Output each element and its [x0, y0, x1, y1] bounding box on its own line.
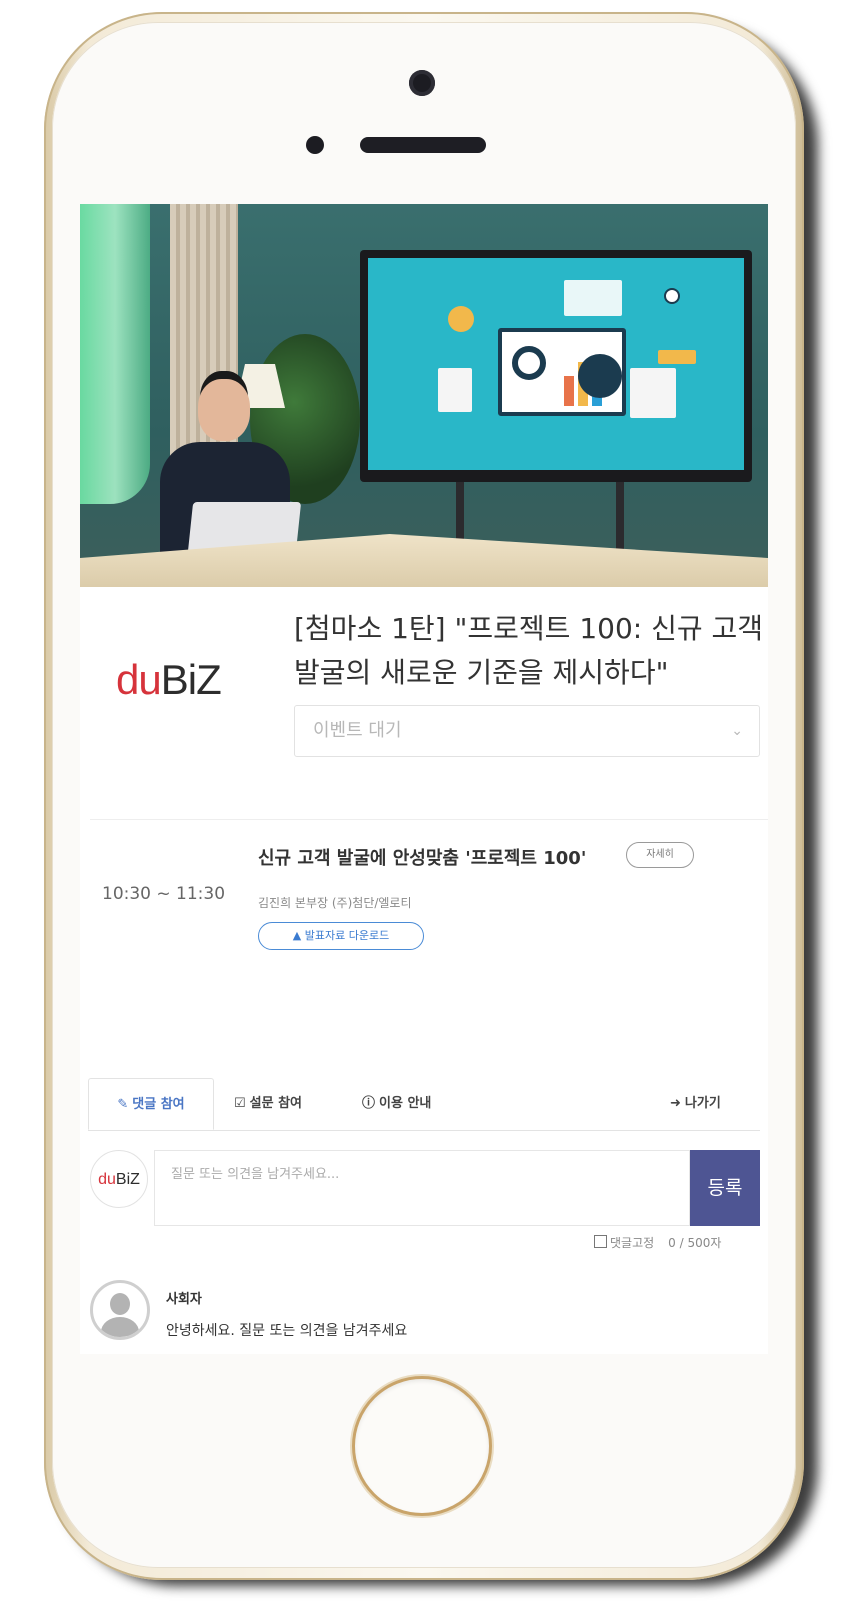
event-status-select[interactable]: 이벤트 대기 ⌄ — [294, 705, 760, 757]
tab-comments[interactable]: ✎ 댓글 참여 — [88, 1078, 214, 1130]
chat-icon: ✎ — [117, 1097, 129, 1112]
infographic-bar — [564, 376, 574, 406]
infographic-scroll — [564, 280, 622, 316]
proximity-sensor — [306, 136, 324, 154]
clock-icon — [664, 288, 680, 304]
magnifier-icon — [512, 346, 546, 380]
submit-comment-button[interactable]: 등록 — [690, 1150, 760, 1226]
phone-screen: duBiZ [첨마소 1탄] "프로젝트 100: 신규 고객 발굴의 새로운 … — [80, 204, 768, 1354]
pin-comment-checkbox[interactable] — [594, 1235, 607, 1248]
tab-survey[interactable]: ☑ 설문 참여 — [234, 1078, 302, 1130]
infographic-doc — [438, 368, 472, 412]
edit-icon: ☑ — [234, 1096, 246, 1111]
video-player[interactable] — [80, 204, 768, 587]
download-icon: ▲ — [292, 929, 302, 942]
tab-comments-label: 댓글 참여 — [132, 1097, 185, 1112]
infographic-coin — [448, 306, 474, 332]
infographic-chart-card — [630, 368, 676, 418]
event-title: [첨마소 1탄] "프로젝트 100: 신규 고객 발굴의 새로운 기준을 제시… — [294, 612, 764, 689]
event-info: duBiZ [첨마소 1탄] "프로젝트 100: 신규 고객 발굴의 새로운 … — [80, 587, 768, 807]
earpiece-speaker — [360, 137, 486, 153]
dubiz-logo: duBiZ — [116, 655, 256, 705]
avatar-logo-du: du — [98, 1171, 116, 1188]
tab-guide[interactable]: ⓘ 이용 안내 — [362, 1078, 431, 1130]
char-count: 0 / 500자 — [668, 1236, 722, 1250]
session-item: 10:30 ~ 11:30 신규 고객 발굴에 안성맞춤 '프로젝트 100' … — [90, 819, 768, 970]
pin-comment-row: 댓글고정 0 / 500자 — [594, 1234, 721, 1251]
session-detail-button[interactable]: 자세히 — [626, 842, 694, 868]
tab-survey-label: 설문 참여 — [249, 1096, 303, 1111]
host-avatar — [90, 1280, 150, 1340]
user-avatar: duBiZ — [90, 1150, 148, 1208]
comment-input[interactable]: 질문 또는 의견을 남겨주세요... — [154, 1150, 690, 1226]
home-button[interactable] — [352, 1376, 492, 1516]
wall-light — [80, 204, 150, 504]
download-slides-label: 발표자료 다운로드 — [304, 929, 390, 942]
avatar-shoulders — [101, 1317, 139, 1337]
presentation-tv — [360, 250, 752, 482]
download-slides-button[interactable]: ▲ 발표자료 다운로드 — [258, 922, 424, 950]
front-camera — [409, 70, 435, 96]
pin-comment-label: 댓글고정 — [610, 1236, 655, 1250]
avatar-head — [110, 1293, 130, 1315]
exit-icon: ➜ — [670, 1096, 681, 1111]
event-status-value: 이벤트 대기 — [313, 720, 402, 741]
chevron-down-icon: ⌄ — [731, 723, 743, 739]
session-time: 10:30 ~ 11:30 — [102, 884, 226, 904]
tab-guide-label: 이용 안내 — [379, 1096, 432, 1111]
logo-biz: BiZ — [160, 656, 222, 703]
host-name: 사회자 — [166, 1292, 202, 1307]
tab-exit[interactable]: ➜ 나가기 — [670, 1078, 721, 1130]
session-speaker: 김진희 본부장 (주)첨단/엘로티 — [258, 896, 412, 910]
tab-exit-label: 나가기 — [684, 1096, 721, 1111]
info-icon: ⓘ — [362, 1096, 376, 1111]
tv-screen — [368, 258, 744, 470]
logo-du: du — [116, 656, 162, 703]
comment-placeholder: 질문 또는 의견을 남겨주세요... — [171, 1167, 340, 1182]
infographic-tag — [658, 350, 696, 364]
engagement-tabs: ✎ 댓글 참여 ☑ 설문 참여 ⓘ 이용 안내 ➜ 나가기 — [88, 1078, 760, 1131]
host-message: 안녕하세요. 질문 또는 의견을 남겨주세요 — [166, 1323, 408, 1339]
session-title: 신규 고객 발굴에 안성맞춤 '프로젝트 100' — [258, 848, 587, 869]
avatar-logo-biz: BiZ — [115, 1171, 140, 1188]
megaphone-icon — [578, 354, 622, 398]
presenter-head — [198, 379, 250, 441]
